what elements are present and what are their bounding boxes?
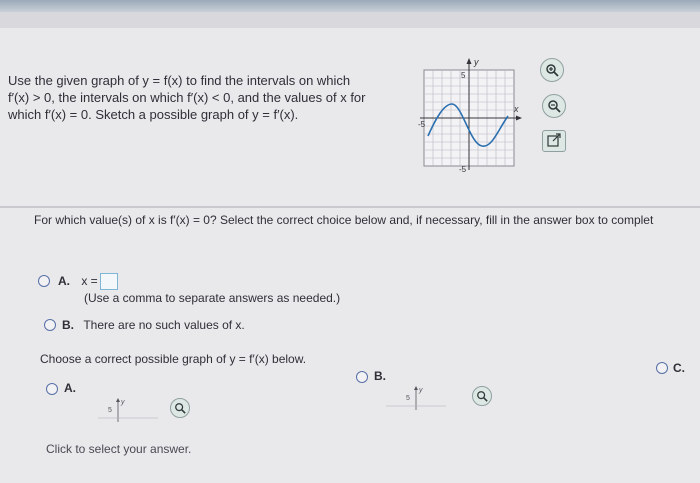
graph-y-label: y (473, 57, 479, 67)
graph-x-left-tick: -5 (418, 120, 426, 129)
graph-b-zoom-button[interactable] (472, 386, 492, 406)
option-b-letter: B. (62, 318, 74, 332)
radio-option-a[interactable] (38, 275, 50, 287)
mini-a-tick: 5 (108, 407, 112, 414)
mini-b-tick: 5 (406, 395, 410, 402)
graph-radio-c[interactable] (656, 362, 668, 374)
zoom-in-icon (175, 403, 186, 414)
graph-y-bottom-tick: -5 (459, 165, 467, 174)
zoom-in-icon (477, 391, 488, 402)
x-axis-arrow (516, 115, 522, 121)
graph-y-top-tick: 5 (461, 71, 466, 80)
option-a-letter: A. (58, 274, 70, 288)
graph-option-a-label: A. (64, 381, 76, 395)
option-b-label: B. There are no such values of x. (62, 318, 245, 332)
graph-option-b-label: B. (374, 369, 386, 383)
mini-graph-a: 5 y (98, 398, 158, 422)
zoom-out-icon (548, 100, 561, 113)
option-a-hint: (Use a comma to separate answers as need… (84, 291, 341, 305)
graph-radio-b[interactable] (356, 371, 368, 383)
option-a-label: A. x = (58, 274, 98, 288)
question-line-3: which f′(x) = 0. Sketch a possible graph… (8, 107, 299, 122)
zoom-out-button[interactable] (542, 94, 566, 118)
part1-prompt: For which value(s) of x is f′(x) = 0? Se… (34, 213, 654, 227)
option-b-text: There are no such values of x. (83, 318, 245, 332)
external-link-icon (547, 133, 561, 147)
function-graph: y x 5 -5 -5 (418, 57, 522, 174)
graph-a-zoom-button[interactable] (170, 398, 190, 418)
radio-option-b[interactable] (44, 319, 56, 331)
browser-top-bar (0, 0, 700, 12)
answer-input[interactable] (100, 273, 118, 290)
section-divider (0, 206, 700, 208)
graph-option-a-letter: A. (64, 381, 76, 395)
mini-a-y: y (120, 399, 125, 406)
zoom-in-icon (546, 64, 559, 77)
graph-option-c-letter: C. (673, 361, 685, 375)
question-line-1: Use the given graph of y = f(x) to find … (8, 73, 351, 88)
y-axis-arrow (466, 58, 472, 64)
zoom-in-button[interactable] (540, 58, 564, 82)
graph-option-b-letter: B. (374, 369, 386, 383)
part2-prompt: Choose a correct possible graph of y = f… (40, 352, 307, 366)
top-strip (0, 12, 700, 28)
graph-option-c-label: C. (673, 361, 685, 375)
open-graph-button[interactable] (542, 130, 566, 152)
question-line-2: f′(x) > 0, the intervals on which f′(x) … (8, 90, 366, 105)
mini-b-y: y (418, 387, 423, 394)
graph-radio-a[interactable] (46, 383, 58, 395)
graph-x-label: x (513, 104, 519, 114)
click-to-select-text: Click to select your answer. (46, 442, 192, 456)
option-a-text: x = (81, 274, 98, 288)
mini-graph-b: 5 y (386, 386, 446, 410)
question-text: Use the given graph of y = f(x) to find … (8, 72, 408, 123)
